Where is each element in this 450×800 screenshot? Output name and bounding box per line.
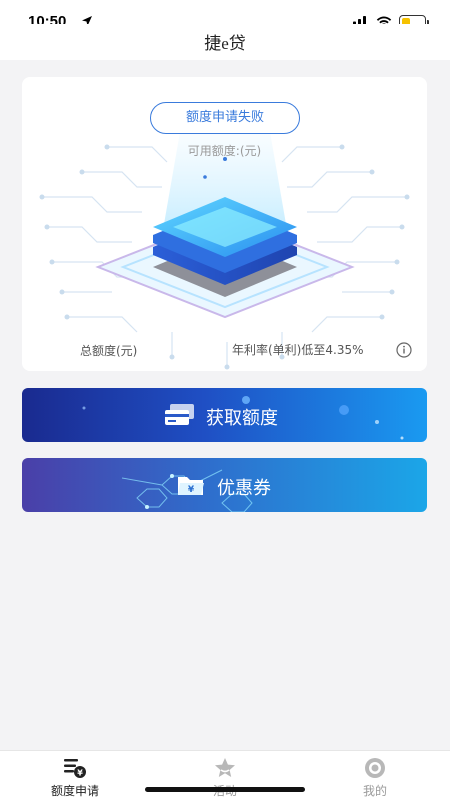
title-bar: 捷e贷 bbox=[0, 24, 450, 60]
tab-label: 额度申请 bbox=[50, 784, 99, 798]
available-quota-label: 可用额度:(元) bbox=[187, 144, 262, 158]
get-quota-button[interactable]: 获取额度 bbox=[22, 388, 427, 442]
get-quota-label: 获取额度 bbox=[206, 408, 278, 429]
card-icon bbox=[165, 404, 194, 425]
interest-rate-label: 年利率(单利)低至4.35% bbox=[232, 343, 364, 357]
svg-text:¥: ¥ bbox=[188, 485, 195, 495]
coupon-label: 优惠券 bbox=[217, 478, 271, 499]
quota-card: 额度申请失败 可用额度:(元) 总额度(元) 年利率(单利)低至4.35% bbox=[22, 77, 427, 371]
tab-quota-application[interactable]: ¥ 额度申请 bbox=[0, 751, 150, 800]
tab-bar: ¥ 额度申请 活动 我的 bbox=[0, 750, 450, 800]
total-quota-label: 总额度(元) bbox=[80, 344, 138, 358]
home-indicator bbox=[145, 787, 305, 792]
yuan-folder-icon: ¥ bbox=[178, 477, 204, 495]
tab-label: 我的 bbox=[362, 784, 387, 798]
tab-activity[interactable]: 活动 bbox=[150, 751, 300, 800]
svg-text:¥: ¥ bbox=[77, 769, 83, 778]
tab-mine[interactable]: 我的 bbox=[300, 751, 450, 800]
coupon-button[interactable]: ¥ 优惠券 bbox=[22, 458, 427, 512]
user-icon bbox=[365, 758, 385, 778]
application-status-badge: 额度申请失败 bbox=[150, 102, 300, 134]
star-icon bbox=[215, 758, 235, 777]
info-icon[interactable] bbox=[396, 342, 412, 358]
page-title: 捷e贷 bbox=[204, 34, 246, 53]
list-yen-icon: ¥ bbox=[64, 759, 86, 778]
